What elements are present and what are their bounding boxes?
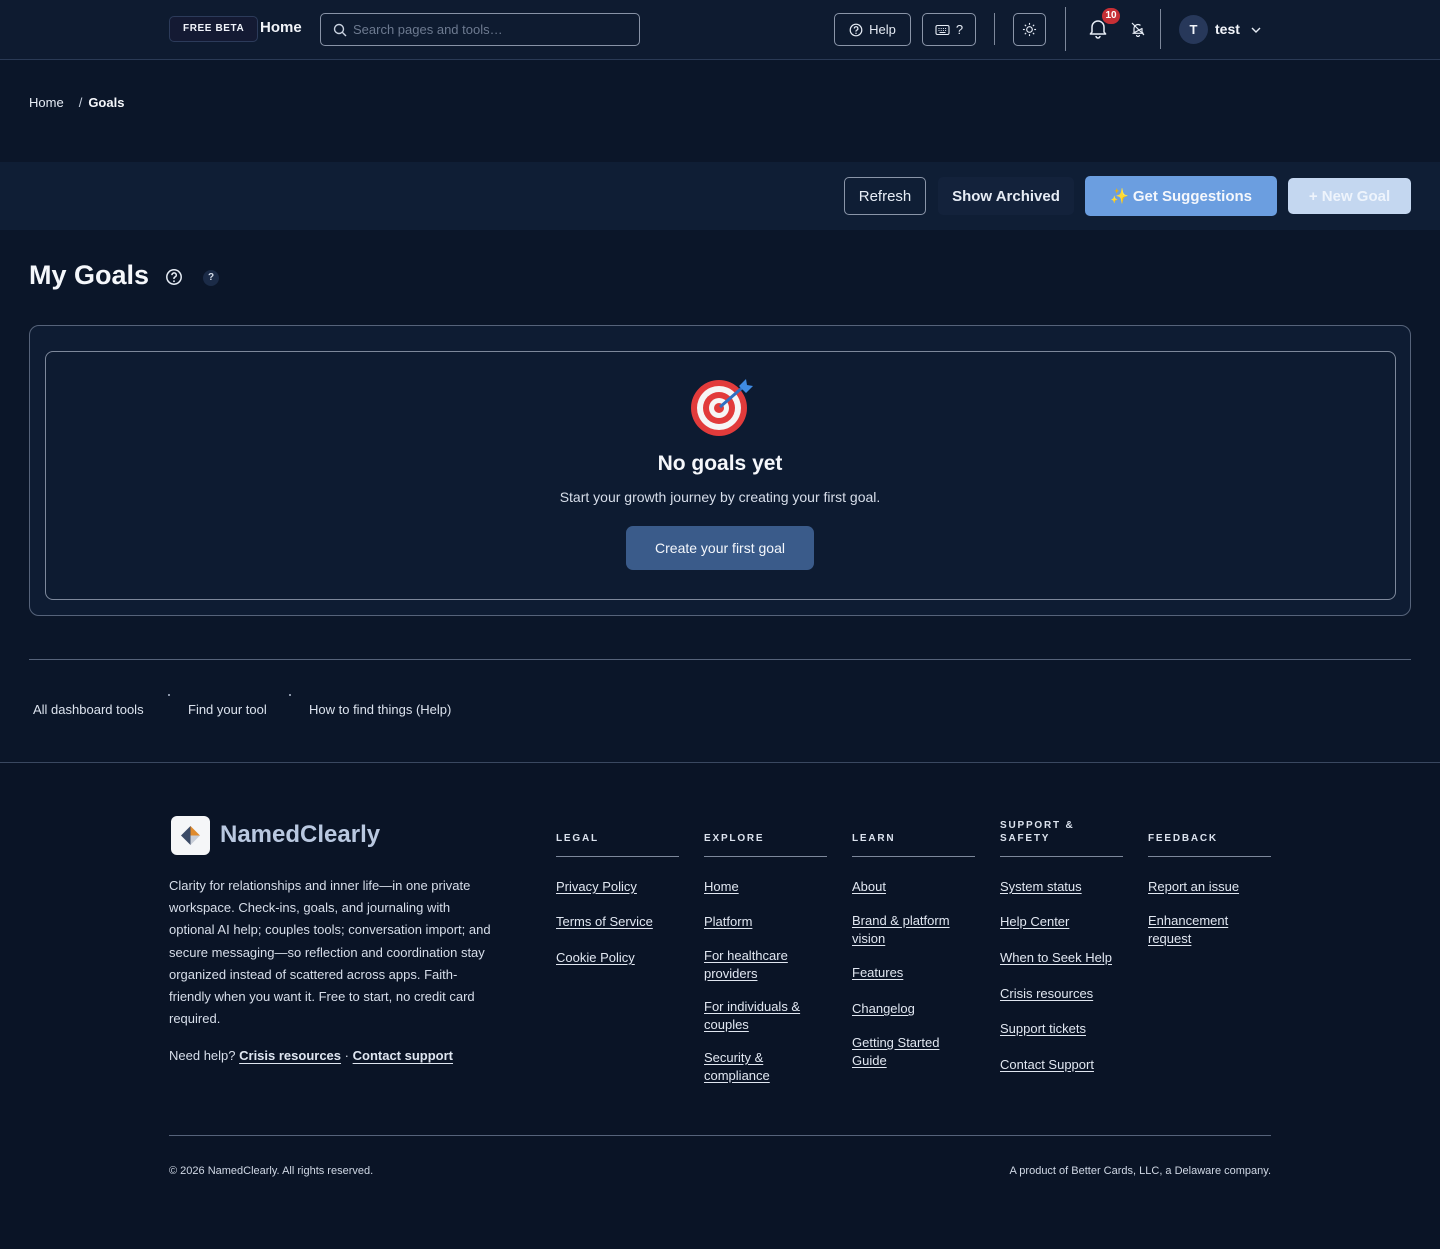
footer-link-privacy[interactable]: Privacy Policy xyxy=(556,878,681,896)
divider xyxy=(169,1135,1271,1136)
footer-link-contact-support[interactable]: Contact Support xyxy=(1000,1056,1125,1074)
footer-link-enhancement[interactable]: Enhancement request xyxy=(1148,912,1273,948)
footer-link-crisis[interactable]: Crisis resources xyxy=(1000,985,1125,1003)
page-title: My Goals xyxy=(29,260,150,290)
divider xyxy=(704,856,827,857)
footer-heading-support: SUPPORT & SAFETY xyxy=(1000,820,1075,844)
copyright-text: © 2026 NamedClearly. All rights reserved… xyxy=(169,1165,374,1177)
user-name[interactable]: test xyxy=(1215,21,1240,37)
help-circle-icon[interactable] xyxy=(165,268,183,286)
sun-icon xyxy=(1022,22,1037,37)
separator-dot xyxy=(289,694,291,696)
divider xyxy=(1000,856,1123,857)
create-first-goal-button[interactable]: Create your first goal xyxy=(626,526,814,570)
empty-state-title: No goals yet xyxy=(657,452,783,475)
breadcrumb-home[interactable]: Home xyxy=(29,95,64,110)
keyboard-shortcuts-button[interactable]: ? xyxy=(922,13,976,46)
new-goal-button[interactable]: + New Goal xyxy=(1288,178,1411,214)
home-link[interactable]: Home xyxy=(260,19,302,36)
quick-link-dashboard-tools[interactable]: All dashboard tools xyxy=(33,702,144,717)
logo-icon xyxy=(181,826,200,845)
divider xyxy=(1148,856,1271,857)
footer-link-support-tickets[interactable]: Support tickets xyxy=(1000,1020,1125,1038)
keyboard-icon xyxy=(935,24,950,35)
quick-link-find-tool[interactable]: Find your tool xyxy=(188,702,267,717)
get-suggestions-button[interactable]: ✨ Get Suggestions xyxy=(1085,176,1277,216)
footer-heading-learn: LEARN xyxy=(852,833,896,844)
search-input[interactable] xyxy=(353,14,633,45)
bell-off-icon[interactable] xyxy=(1130,21,1146,37)
footer-link-brand-vision[interactable]: Brand & platform vision xyxy=(852,912,977,948)
footer-link-individuals[interactable]: For individuals & couples xyxy=(704,998,829,1034)
footer-link-healthcare[interactable]: For healthcare providers xyxy=(704,947,829,983)
empty-state-text: Start your growth journey by creating yo… xyxy=(559,489,881,505)
breadcrumb-current: Goals xyxy=(88,95,125,110)
footer-heading-explore: EXPLORE xyxy=(704,833,765,844)
footer-link-terms[interactable]: Terms of Service xyxy=(556,913,681,931)
quick-link-help[interactable]: How to find things (Help) xyxy=(309,702,451,717)
footer-link-getting-started[interactable]: Getting Started Guide xyxy=(852,1034,977,1070)
footer-link-report-issue[interactable]: Report an issue xyxy=(1148,878,1273,896)
divider xyxy=(852,856,975,857)
separator-dot xyxy=(168,694,170,696)
footer-link-seek-help[interactable]: When to Seek Help xyxy=(1000,949,1125,967)
top-bar: FREE BETA Home Help ? 10 T test xyxy=(0,0,1440,60)
brand-description: Clarity for relationships and inner life… xyxy=(169,878,491,1027)
footer-link-platform[interactable]: Platform xyxy=(704,913,829,931)
user-avatar[interactable]: T xyxy=(1179,15,1208,44)
search-box[interactable] xyxy=(320,13,640,46)
footer-link-help-center[interactable]: Help Center xyxy=(1000,913,1125,931)
company-text: A product of Better Cards, LLC, a Delawa… xyxy=(1009,1165,1271,1177)
brand-name[interactable]: NamedClearly xyxy=(220,821,380,849)
show-archived-button[interactable]: Show Archived xyxy=(938,177,1074,215)
divider xyxy=(29,659,1411,660)
breadcrumb: Home / Goals xyxy=(29,95,124,110)
theme-toggle-button[interactable] xyxy=(1013,13,1046,46)
footer-link-home[interactable]: Home xyxy=(704,878,829,896)
keyboard-shortcuts-label: ? xyxy=(955,22,964,37)
breadcrumb-separator: / xyxy=(78,95,83,110)
free-beta-badge: FREE BETA xyxy=(169,16,259,42)
brand-logo[interactable] xyxy=(171,816,210,855)
refresh-button[interactable]: Refresh xyxy=(844,177,926,215)
divider xyxy=(1065,7,1066,51)
search-icon xyxy=(333,23,347,37)
footer-link-about[interactable]: About xyxy=(852,878,977,896)
help-button-label: Help xyxy=(869,22,896,37)
help-button[interactable]: Help xyxy=(834,13,911,46)
crisis-resources-link[interactable]: Crisis resources xyxy=(239,1048,341,1063)
divider xyxy=(1160,9,1161,49)
footer-heading-feedback: FEEDBACK xyxy=(1148,833,1218,844)
separator-dot: · xyxy=(344,1048,349,1063)
page-help-badge[interactable]: ? xyxy=(203,270,219,286)
notification-count-badge: 10 xyxy=(1102,8,1120,24)
chevron-down-icon[interactable] xyxy=(1250,24,1262,36)
footer-link-changelog[interactable]: Changelog xyxy=(852,1000,977,1018)
footer-link-system-status[interactable]: System status xyxy=(1000,878,1125,896)
sparkles-icon: ✨ xyxy=(1109,188,1129,205)
footer-link-cookies[interactable]: Cookie Policy xyxy=(556,949,681,967)
footer-heading-legal: LEGAL xyxy=(556,833,599,844)
need-help-line: Need help? Crisis resources · Contact su… xyxy=(169,1048,453,1063)
contact-support-link[interactable]: Contact support xyxy=(353,1048,453,1063)
divider xyxy=(556,856,679,857)
footer-link-security[interactable]: Security & compliance xyxy=(704,1049,829,1085)
divider xyxy=(994,13,995,45)
get-suggestions-label: Get Suggestions xyxy=(1132,188,1253,205)
help-circle-icon xyxy=(849,23,863,36)
target-icon xyxy=(691,379,753,436)
need-help-label: Need help? xyxy=(169,1048,236,1063)
footer-link-features[interactable]: Features xyxy=(852,964,977,982)
